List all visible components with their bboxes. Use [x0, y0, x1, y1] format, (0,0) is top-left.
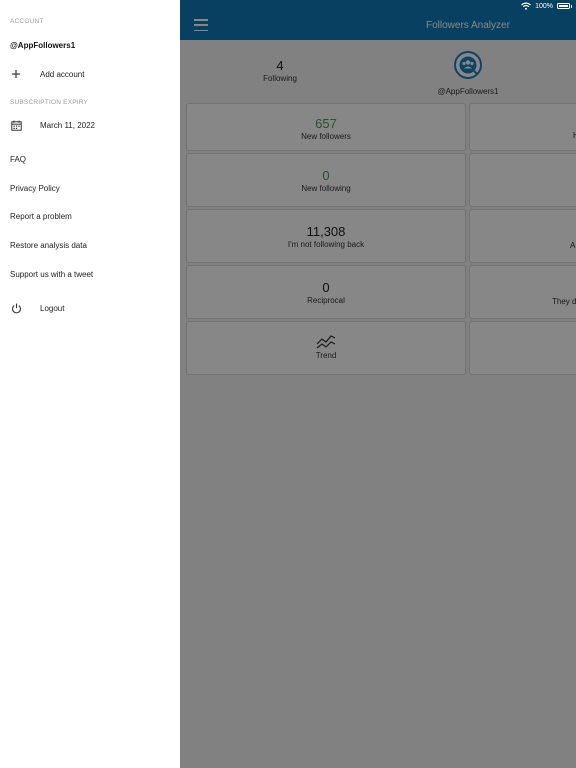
account-section-header: ACCOUNT — [10, 18, 44, 25]
drawer-scrim[interactable] — [180, 0, 576, 768]
report-problem-link[interactable]: Report a problem — [10, 212, 72, 221]
account-name[interactable]: @AppFollowers1 — [10, 41, 75, 50]
faq-link[interactable]: FAQ — [10, 155, 26, 164]
battery-percent: 100% — [535, 2, 553, 10]
side-drawer: ACCOUNT @AppFollowers1 Add account SUBSC… — [0, 0, 180, 768]
calendar-icon — [10, 119, 22, 131]
support-tweet-link[interactable]: Support us with a tweet — [10, 270, 93, 279]
logout-label: Logout — [40, 303, 65, 313]
battery-icon — [557, 3, 572, 9]
subscription-section-header: SUBSCRIPTION EXPIRY — [10, 99, 89, 106]
wifi-icon — [521, 2, 531, 10]
add-account-label: Add account — [40, 69, 85, 79]
privacy-policy-link[interactable]: Privacy Policy — [10, 184, 60, 193]
power-icon — [10, 302, 22, 314]
plus-icon — [10, 68, 22, 80]
restore-analysis-link[interactable]: Restore analysis data — [10, 241, 87, 250]
subscription-expiry: March 11, 2022 — [0, 115, 180, 135]
logout-button[interactable]: Logout — [0, 298, 180, 318]
add-account-button[interactable]: Add account — [0, 64, 180, 84]
subscription-date: March 11, 2022 — [40, 120, 95, 130]
status-bar: 100% — [180, 0, 576, 12]
screen: Followers Analyzer 4 Following @AppFollo… — [0, 0, 576, 768]
